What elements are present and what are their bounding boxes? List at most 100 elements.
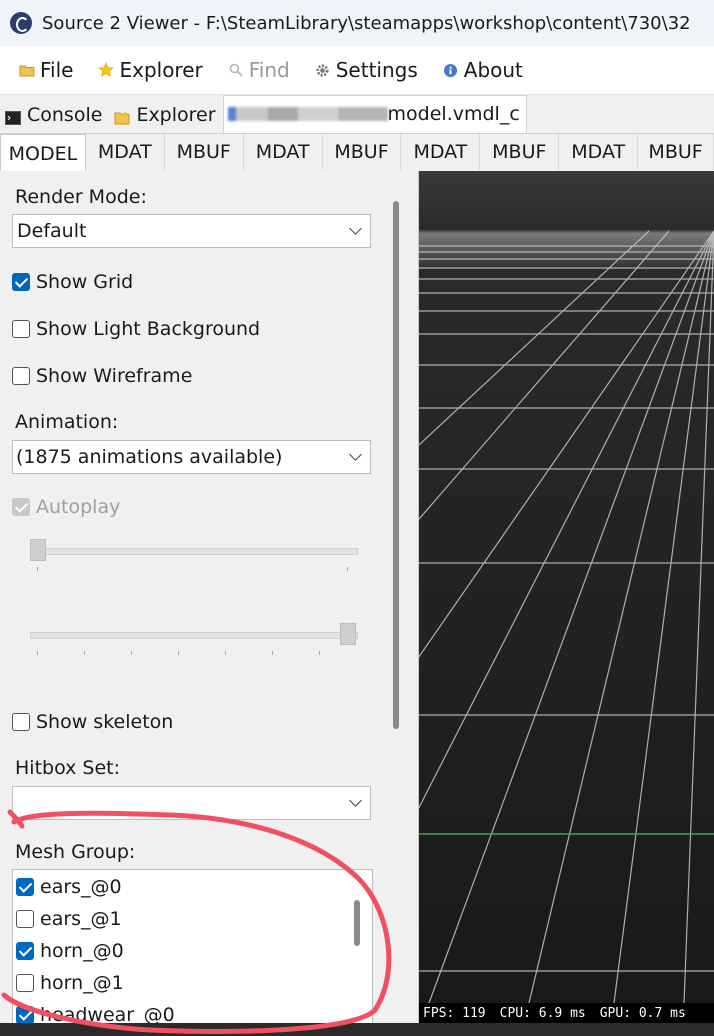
render-mode-value: Default <box>17 220 87 242</box>
mesh-group-item-label: ears_@0 <box>40 876 122 898</box>
show-grid-checkbox[interactable]: Show Grid <box>12 271 133 293</box>
tab-explorer-label: Explorer <box>136 104 216 126</box>
grid-floor <box>419 171 714 1003</box>
show-skeleton-checkbox[interactable]: Show skeleton <box>12 711 173 733</box>
folder-icon <box>18 61 36 79</box>
tab-mdat[interactable]: MDAT <box>559 134 639 170</box>
slider-tick <box>347 567 348 571</box>
title-bar: Source 2 Viewer - F:\SteamLibrary\steama… <box>0 0 714 46</box>
mesh-group-label: Mesh Group: <box>15 841 136 863</box>
gpu-readout: GPU: 0.7 ms <box>599 1005 686 1021</box>
info-icon <box>442 61 460 79</box>
slider-tick <box>37 567 38 571</box>
cpu-readout: CPU: 6.9 ms <box>499 1005 586 1021</box>
fps-readout: FPS: 119 <box>423 1005 486 1021</box>
slider-tick <box>319 651 320 655</box>
checkbox-checked-icon <box>16 1006 34 1024</box>
chevron-down-icon <box>349 794 362 807</box>
redacted-filename <box>227 107 388 121</box>
menu-find-label: Find <box>248 58 290 82</box>
render-stats-bar: FPS: 119 CPU: 6.9 ms GPU: 0.7 ms <box>419 1003 714 1023</box>
tab-mdat[interactable]: MDAT <box>86 134 165 170</box>
show-light-background-label: Show Light Background <box>36 318 261 340</box>
animation-label: Animation: <box>15 411 119 433</box>
mesh-group-item-label: horn_@0 <box>40 940 124 962</box>
menu-file-label: File <box>40 58 74 82</box>
menu-find[interactable]: Find <box>227 58 290 82</box>
menu-file[interactable]: File <box>18 58 73 82</box>
hitbox-set-label: Hitbox Set: <box>15 757 121 779</box>
tab-mbuf[interactable]: MBUF <box>638 134 714 170</box>
slider-tick <box>84 651 85 655</box>
menu-about-label: About <box>463 58 523 82</box>
mesh-group-item[interactable]: horn_@0 <box>16 940 124 962</box>
star-icon <box>97 61 115 79</box>
document-tabs: Console Explorer model.vmdl_c <box>0 95 714 134</box>
autoplay-checkbox[interactable]: Autoplay <box>12 496 120 518</box>
tab-model-file[interactable]: model.vmdl_c <box>222 95 527 133</box>
animation-dropdown[interactable]: (1875 animations available) <box>12 440 371 474</box>
checkbox-unchecked-icon <box>16 974 34 992</box>
checkbox-unchecked-icon <box>16 910 34 928</box>
checkbox-unchecked-icon <box>12 713 30 731</box>
tab-mbuf[interactable]: MBUF <box>165 134 244 170</box>
slider-tick <box>225 651 226 655</box>
3d-viewport[interactable]: FPS: 119 CPU: 6.9 ms GPU: 0.7 ms <box>419 171 714 1023</box>
tab-mdat[interactable]: MDAT <box>401 134 481 170</box>
tab-console[interactable]: Console <box>0 97 109 133</box>
window-title: Source 2 Viewer - F:\SteamLibrary\steama… <box>42 12 691 34</box>
mesh-group-item-label: horn_@1 <box>40 972 124 994</box>
checkbox-unchecked-icon <box>12 367 30 385</box>
checkbox-unchecked-icon <box>12 320 30 338</box>
tab-mbuf[interactable]: MBUF <box>323 134 402 170</box>
window-bottom-strip <box>0 1023 714 1036</box>
search-icon <box>227 61 245 79</box>
explorer-icon <box>114 108 130 125</box>
autoplay-label: Autoplay <box>36 496 121 518</box>
chevron-down-icon <box>349 222 362 235</box>
chevron-down-icon <box>349 448 362 461</box>
slider-tick <box>37 651 38 655</box>
show-light-background-checkbox[interactable]: Show Light Background <box>12 318 260 340</box>
menu-explorer-label: Explorer <box>119 58 203 82</box>
tab-mdat[interactable]: MDAT <box>244 134 323 170</box>
menu-settings-label: Settings <box>335 58 418 82</box>
checkbox-checked-icon <box>12 273 30 291</box>
tab-explorer[interactable]: Explorer <box>109 97 222 133</box>
tab-mbuf[interactable]: MBUF <box>480 134 560 170</box>
animation-frame-slider-track[interactable] <box>30 548 358 555</box>
mesh-group-item[interactable]: ears_@1 <box>16 908 122 930</box>
gear-icon <box>314 61 332 79</box>
mesh-group-list[interactable]: ears_@0 ears_@1 horn_@0 horn_@1 headwear… <box>12 869 373 1036</box>
animation-value: (1875 animations available) <box>16 446 283 468</box>
show-skeleton-label: Show skeleton <box>36 711 174 733</box>
mesh-group-item[interactable]: ears_@0 <box>16 876 122 898</box>
tab-model-file-label: model.vmdl_c <box>387 103 520 125</box>
resource-block-tabs: MODEL MDAT MBUF MDAT MBUF MDAT MBUF MDAT… <box>0 134 714 172</box>
model-controls-panel: Render Mode: Default Show Grid Show Ligh… <box>0 171 419 1036</box>
menu-settings[interactable]: Settings <box>314 58 418 82</box>
render-mode-label: Render Mode: <box>15 186 147 208</box>
tab-console-label: Console <box>27 104 103 126</box>
show-wireframe-label: Show Wireframe <box>36 365 193 387</box>
animation-speed-slider-track[interactable] <box>30 632 358 639</box>
mesh-group-item-label: ears_@1 <box>40 908 122 930</box>
checkbox-checked-disabled-icon <box>12 498 30 516</box>
show-grid-label: Show Grid <box>36 271 134 293</box>
tab-model[interactable]: MODEL <box>0 134 86 172</box>
slider-tick <box>131 651 132 655</box>
panel-scrollbar[interactable] <box>393 201 399 729</box>
menu-bar: File Explorer Find Settings About <box>0 46 714 95</box>
show-wireframe-checkbox[interactable]: Show Wireframe <box>12 365 192 387</box>
hitbox-set-dropdown[interactable] <box>12 786 371 820</box>
slider-tick <box>272 651 273 655</box>
mesh-list-scrollbar[interactable] <box>354 900 360 946</box>
menu-explorer[interactable]: Explorer <box>97 58 203 82</box>
animation-frame-slider-thumb[interactable] <box>30 539 46 561</box>
mesh-group-item[interactable]: horn_@1 <box>16 972 124 994</box>
menu-about[interactable]: About <box>442 58 523 82</box>
slider-tick <box>178 651 179 655</box>
checkbox-checked-icon <box>16 942 34 960</box>
animation-speed-slider-thumb[interactable] <box>340 623 356 645</box>
render-mode-dropdown[interactable]: Default <box>12 214 371 248</box>
